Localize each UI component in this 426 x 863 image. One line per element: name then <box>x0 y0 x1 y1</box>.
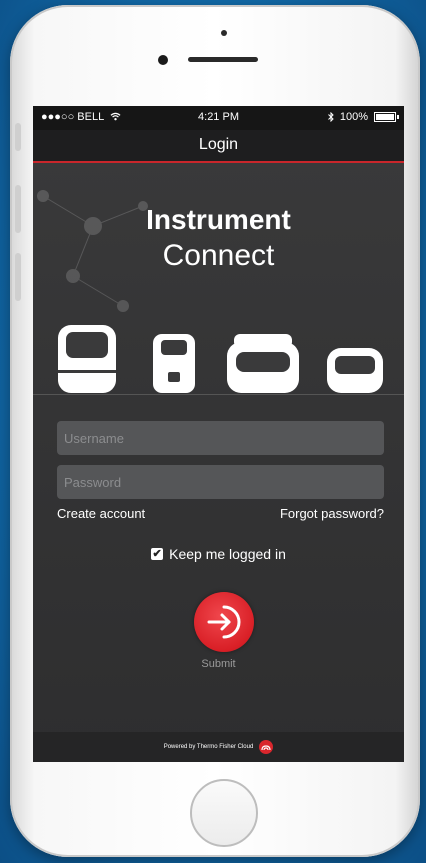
section-divider <box>33 394 404 395</box>
create-account-link[interactable]: Create account <box>57 506 145 521</box>
powered-by-text: Powered by Thermo Fisher Cloud <box>163 744 254 750</box>
submit-button[interactable] <box>194 592 254 652</box>
app-title-light: Connect <box>162 239 275 272</box>
status-bar: ●●●○○ BELL 4:21 PM 100% <box>33 106 404 130</box>
status-right-group: 100% <box>328 111 399 123</box>
instrument-4-icon <box>327 348 383 393</box>
bluetooth-icon <box>328 112 334 122</box>
arrow-into-circle-icon <box>207 605 241 639</box>
password-input[interactable] <box>57 465 384 499</box>
home-button[interactable] <box>190 779 258 847</box>
battery-icon <box>374 112 399 122</box>
forgot-password-link[interactable]: Forgot password? <box>280 506 384 521</box>
volume-down-button <box>15 253 21 301</box>
battery-percent: 100% <box>339 111 368 123</box>
keep-logged-in-checkbox[interactable]: ✔ <box>151 548 164 560</box>
nav-bar: Login <box>33 130 404 163</box>
instrument-3-icon <box>227 334 299 393</box>
instrument-1-icon <box>58 325 116 393</box>
mute-switch <box>15 123 21 151</box>
front-camera <box>158 55 168 65</box>
keep-logged-in-row[interactable]: ✔ Keep me logged in <box>33 546 404 562</box>
username-input[interactable] <box>57 421 384 455</box>
page-title: Login <box>198 136 239 153</box>
footer-bar: Powered by Thermo Fisher Cloud <box>33 732 404 762</box>
instrument-2-icon <box>153 334 195 393</box>
phone-screen: ●●●○○ BELL 4:21 PM 100% Login Instrument… <box>33 106 404 762</box>
app-title-bold: Instrument <box>146 204 291 235</box>
cloud-logo-icon <box>259 740 274 754</box>
submit-label: Submit <box>201 658 236 670</box>
proximity-sensor <box>221 30 227 36</box>
volume-up-button <box>15 185 21 233</box>
instrument-illustrations <box>58 325 383 393</box>
keep-logged-in-label: Keep me logged in <box>169 546 286 562</box>
earpiece-speaker <box>188 57 258 62</box>
